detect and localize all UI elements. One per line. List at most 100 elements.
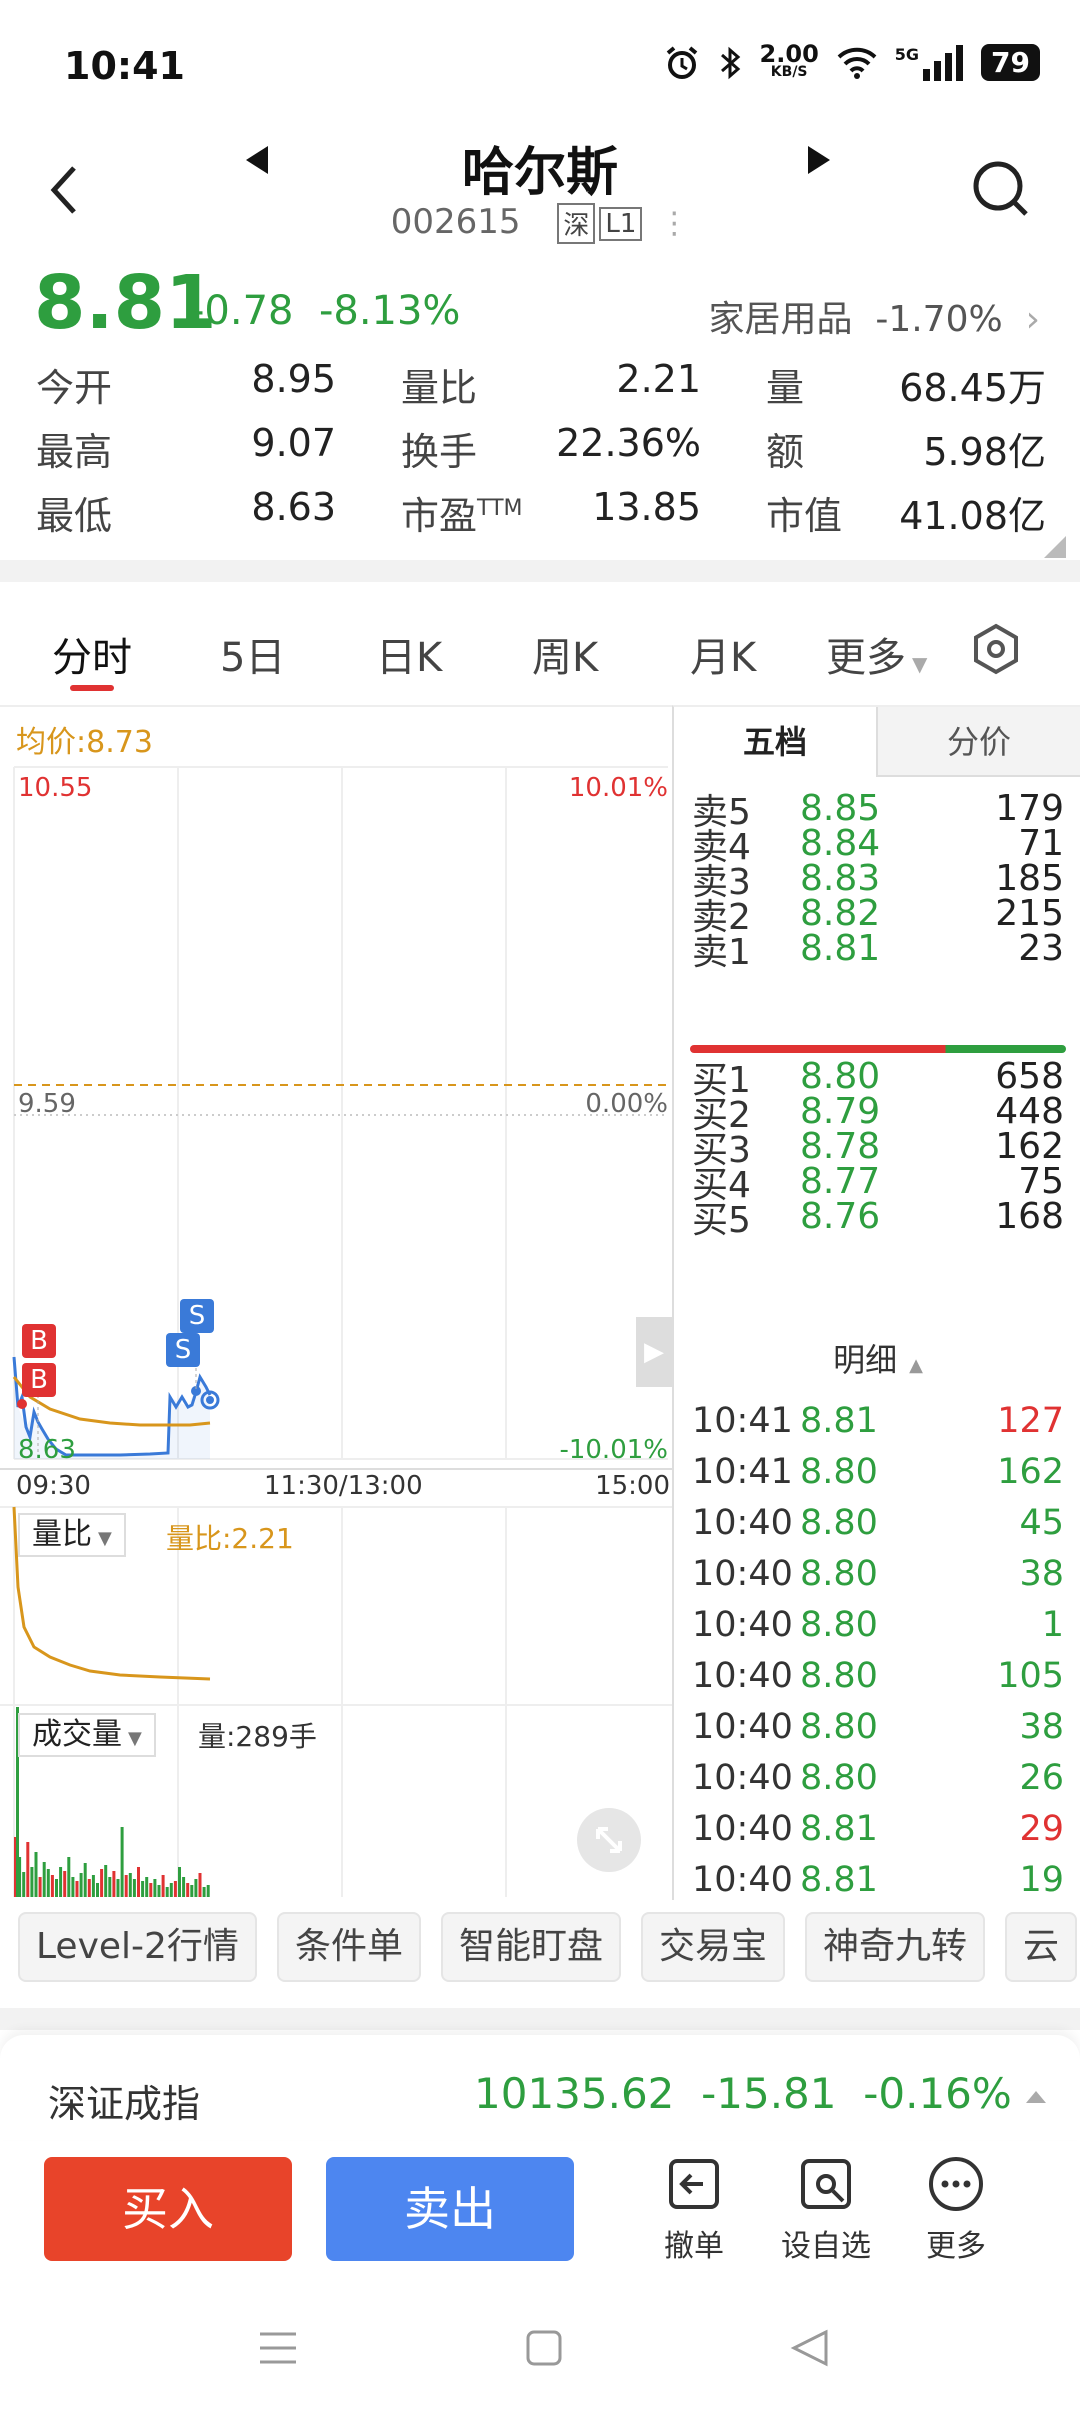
tab-intraday[interactable]: 分时 [52,625,132,683]
index-name: 深证成指 [48,2082,201,2126]
market-tag: 深 [557,203,596,244]
ratio-selector[interactable]: 量比 ▼ [18,1513,126,1557]
detail-header[interactable]: 明细 ▲ [674,1335,1080,1381]
volume-bar [124,1875,128,1897]
quote-key: 量 [766,365,805,410]
expand-arrow-icon[interactable]: ▶ [636,1317,672,1387]
volume-bar [75,1881,79,1897]
quote-value: 68.45万 [899,365,1046,410]
stock-code-row: 002615 深 L1 ⋮ [0,202,1080,244]
feature-button[interactable]: 神奇九转 [804,1912,985,1982]
tab-5day[interactable]: 5日 [220,625,285,683]
volume-bar [153,1879,157,1897]
feature-button[interactable]: Level-2行情 [18,1912,257,1982]
feature-button[interactable]: 云 [1005,1912,1078,1982]
tab-weekly-k[interactable]: 周K [532,625,598,683]
bluetooth-icon [720,46,740,79]
buy-button[interactable]: 买入 [44,2157,292,2261]
tick-volume: 19 [1019,1859,1064,1900]
more-button[interactable]: 更多 [906,2155,1006,2265]
quote-row: 最高 9.07 换手 22.36% 额 5.98亿 [36,416,1046,480]
pct-mid-label: 0.00% [585,1089,668,1119]
marker-b-1: B [22,1324,56,1358]
feature-button[interactable]: 交易宝 [640,1912,785,1982]
quote-key: 今开 [36,365,113,410]
tab-daily-k[interactable]: 日K [376,625,442,683]
time-start: 09:30 [16,1471,91,1501]
volume-bar [96,1883,99,1897]
separator [0,2008,1080,2030]
volume-bar [149,1883,153,1897]
status-time: 10:41 [64,44,185,88]
tick-price: 8.80 [800,1604,878,1645]
tick-price: 8.80 [800,1502,878,1543]
bid-row[interactable]: 买5 8.76 168 [692,1196,1064,1241]
volume-bar [38,1877,42,1897]
intraday-chart[interactable]: 均价:8.73 10.55 10.01% 9.59 0.00% 8.63 -10… [0,705,672,1900]
tab-price-dist[interactable]: 分价 [876,707,1080,777]
tick-row: 10:40 8.80 38 [692,1548,1064,1599]
tick-price: 8.80 [800,1451,878,1492]
more-dots-icon[interactable]: ⋮ [659,206,689,241]
quote-cell: 今开 8.95 [36,357,336,412]
ask-price: 8.81 [800,928,881,969]
bid-label: 买5 [692,1199,751,1241]
volume-bar [169,1883,173,1897]
volume-bar [137,1867,140,1897]
volume-bar [104,1865,108,1897]
price-mid-label: 9.59 [18,1089,76,1119]
tick-volume: 1 [1041,1604,1064,1645]
feature-button[interactable]: 智能盯盘 [440,1912,621,1982]
tick-row: 10:40 8.80 105 [692,1650,1064,1701]
sell-button[interactable]: 卖出 [326,2157,574,2261]
volume-bar [55,1879,58,1897]
volume-bar [26,1842,30,1897]
tab-more[interactable]: 更多 ▼ [826,625,927,683]
back-nav-icon[interactable] [790,2328,830,2368]
pct-top-label: 10.01% [568,773,668,803]
volume-bar [202,1887,206,1897]
settings-hex-icon[interactable] [970,623,1022,675]
menu-icon[interactable] [258,2330,298,2366]
quote-value: 2.21 [616,356,701,401]
next-stock-icon[interactable] [808,146,830,174]
volume-bar [161,1875,165,1897]
volume-bar [87,1879,91,1897]
index-values: 10135.62 -15.81 -0.16% [474,2069,1012,2118]
tick-volume: 38 [1019,1706,1064,1747]
stock-code: 002615 [390,202,521,242]
add-watchlist-button[interactable]: 设自选 [776,2155,876,2265]
search-icon[interactable] [968,156,1032,220]
quote-key-sup: TTM [477,495,523,521]
tab-underline [70,685,114,691]
marker-s-1: S [180,1299,214,1333]
chevron-up-icon[interactable] [1026,2091,1046,2103]
tick-time: 10:40 [692,1706,793,1747]
tick-time: 10:41 [692,1400,793,1441]
volume-bar [186,1883,190,1897]
index-bar[interactable]: 深证成指 10135.62 -15.81 -0.16% [0,2035,1080,2140]
stock-name: 哈尔斯 [461,143,618,203]
volume-bar [22,1872,26,1897]
tab-monthly-k[interactable]: 月K [690,625,756,683]
sector-link[interactable]: 家居用品 -1.70% › [708,290,1040,342]
quote-grid: 今开 8.95 量比 2.21 量 68.45万 最高 9.07 换手 22.36% 额 5.98亿最… [36,352,1046,544]
price-change: -0.78 -8.13% [190,288,461,334]
volume-bar [34,1852,38,1897]
feature-button[interactable]: 条件单 [276,1912,421,1982]
fullscreen-icon[interactable] [576,1807,642,1873]
ask-row[interactable]: 卖1 8.81 23 [692,928,1064,973]
volume-bar [46,1869,50,1897]
volume-bar [132,1879,136,1897]
volume-selector[interactable]: 成交量 ▼ [18,1713,156,1757]
tick-price: 8.80 [800,1655,878,1696]
ask-label: 卖1 [692,931,751,973]
quote-key: 量比 [401,365,478,410]
tick-price: 8.80 [800,1757,878,1798]
expand-corner-icon[interactable] [1044,536,1066,558]
tab-five-levels[interactable]: 五档 [674,707,876,777]
cancel-order-button[interactable]: 撤单 [644,2155,744,2265]
volume-bar [173,1881,177,1897]
home-icon[interactable] [526,2330,562,2366]
tick-volume: 29 [1019,1808,1064,1849]
